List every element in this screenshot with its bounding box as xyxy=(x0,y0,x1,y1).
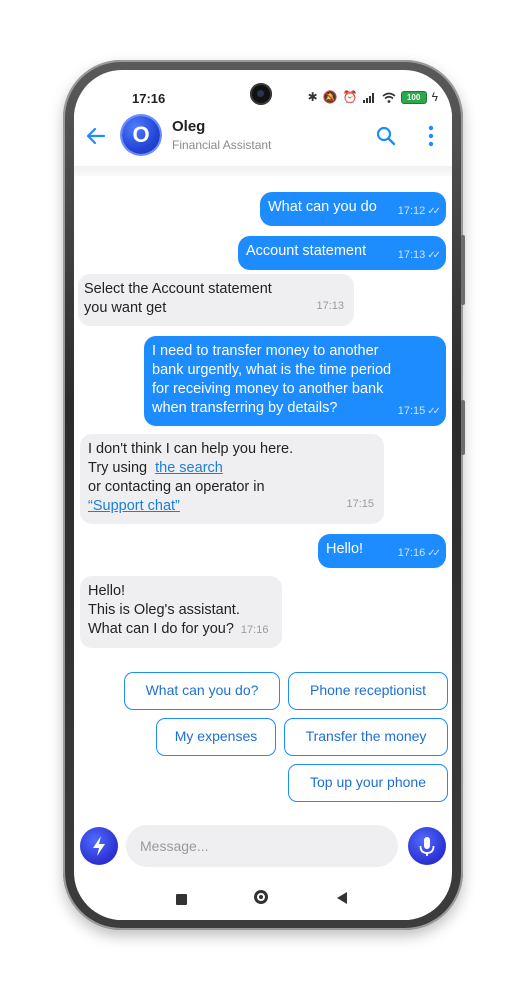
message-bubble-outgoing[interactable]: Hello! 17:16 ✓✓ xyxy=(318,534,446,568)
contact-name: Oleg xyxy=(172,118,206,135)
quick-reply-what-can-you-do[interactable]: What can you do? xyxy=(124,672,280,710)
message-line: Select the Account statement xyxy=(84,281,272,297)
message-meta: 17:12 ✓✓ xyxy=(397,202,441,221)
search-icon[interactable] xyxy=(376,126,396,146)
quick-actions-button[interactable] xyxy=(80,827,118,865)
status-time: 17:16 xyxy=(132,91,166,106)
more-vertical-icon[interactable] xyxy=(428,125,434,147)
contact-subtitle: Financial Assistant xyxy=(172,138,272,152)
microphone-icon xyxy=(419,837,435,856)
message-bubble-outgoing[interactable]: I need to transfer money to another bank… xyxy=(144,336,446,426)
message-input[interactable] xyxy=(126,825,398,867)
message-meta: 17:15 xyxy=(346,495,374,514)
support-chat-link[interactable]: “Support chat” xyxy=(88,498,180,514)
quick-reply-phone-receptionist[interactable]: Phone receptionist xyxy=(288,672,448,710)
charging-icon: ϟ xyxy=(431,90,438,104)
front-camera xyxy=(250,83,272,105)
battery-icon: 100 xyxy=(400,90,427,104)
message-time: 17:16 xyxy=(397,547,426,559)
message-bubble-outgoing[interactable]: What can you do 17:12 ✓✓ xyxy=(260,192,446,226)
message-time: 17:13 xyxy=(316,300,344,312)
message-meta: 17:16 ✓✓ xyxy=(397,544,441,563)
power-button xyxy=(461,400,465,455)
bluetooth-icon: ✱ xyxy=(307,90,318,104)
recent-apps-button[interactable] xyxy=(176,894,187,905)
quick-reply-my-expenses[interactable]: My expenses xyxy=(156,718,276,756)
message-line: Hello! xyxy=(88,583,126,599)
message-time: 17:12 xyxy=(397,205,426,217)
message-line: I don't think I can help you here. xyxy=(88,441,294,457)
message-text: Hello! xyxy=(326,541,364,557)
message-text: What can you do xyxy=(268,199,377,215)
mute-icon: 🔕 xyxy=(322,90,338,104)
message-line: This is Oleg's assistant. xyxy=(88,602,240,618)
system-back-button[interactable] xyxy=(337,892,347,904)
message-meta: 17:15 ✓✓ xyxy=(397,402,441,421)
message-line-text: Try using xyxy=(88,460,148,476)
back-arrow-icon[interactable] xyxy=(86,126,106,146)
signal-icon xyxy=(362,92,374,103)
double-check-icon: ✓✓ xyxy=(427,206,441,217)
message-time: 17:15 xyxy=(397,405,426,417)
wifi-icon xyxy=(382,92,396,103)
message-bubble-incoming[interactable]: Hello! This is Oleg's assistant. What ca… xyxy=(80,576,282,648)
message-meta: 17:13 ✓✓ xyxy=(397,246,441,265)
home-button[interactable] xyxy=(254,890,268,904)
status-icons: ✱ 🔕 ⏰ 100 ϟ xyxy=(308,90,438,104)
message-time: 17:13 xyxy=(397,249,426,261)
volume-button xyxy=(461,235,465,305)
message-bubble-outgoing[interactable]: Account statement 17:13 ✓✓ xyxy=(238,236,446,270)
message-line: What can I do for you? 17:16 xyxy=(88,620,274,640)
message-line-text: What can I do for you? xyxy=(88,621,234,637)
message-line: you want get xyxy=(84,300,167,316)
message-time: 17:15 xyxy=(346,498,374,510)
double-check-icon: ✓✓ xyxy=(427,548,441,559)
double-check-icon: ✓✓ xyxy=(427,406,441,417)
system-nav-bar xyxy=(74,878,452,920)
quick-reply-top-up-phone[interactable]: Top up your phone xyxy=(288,764,448,802)
message-line: I need to transfer money to another xyxy=(152,343,379,359)
quick-reply-transfer-money[interactable]: Transfer the money xyxy=(284,718,448,756)
message-line: or contacting an operator in xyxy=(88,479,265,495)
message-line: when transferring by details? xyxy=(152,400,338,416)
avatar-letter: O xyxy=(132,122,150,147)
search-link[interactable]: the search xyxy=(155,460,223,476)
message-bubble-incoming[interactable]: I don't think I can help you here. Try u… xyxy=(80,434,384,524)
message-line: Try using the search xyxy=(88,459,376,478)
voice-input-button[interactable] xyxy=(408,827,446,865)
phone-screen: 17:16 ✱ 🔕 ⏰ 100 ϟ O Oleg Financial Assis… xyxy=(74,70,452,920)
message-bubble-incoming[interactable]: Select the Account statement you want ge… xyxy=(78,274,354,326)
chat-header: O Oleg Financial Assistant xyxy=(74,108,452,166)
double-check-icon: ✓✓ xyxy=(427,250,441,261)
alarm-icon: ⏰ xyxy=(342,90,358,104)
message-line: bank urgently, what is the time period xyxy=(152,362,392,378)
chat-area[interactable]: What can you do 17:12 ✓✓ Account stateme… xyxy=(74,176,452,822)
message-meta: 17:13 xyxy=(316,297,344,316)
bolt-icon xyxy=(93,836,105,856)
message-text: Account statement xyxy=(246,243,367,259)
avatar[interactable]: O xyxy=(122,116,160,154)
message-time: 17:16 xyxy=(240,624,269,636)
message-line: for receiving money to another bank xyxy=(152,381,384,397)
